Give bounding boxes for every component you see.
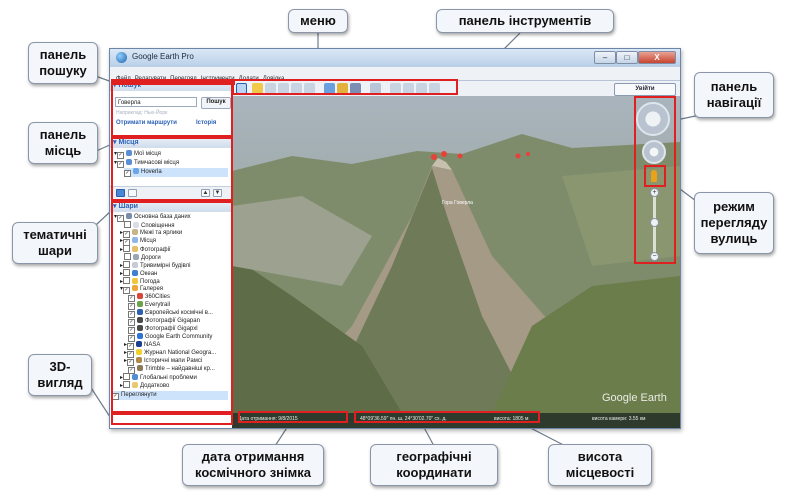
callout-street-view: режим перегляду вулиць bbox=[694, 192, 774, 254]
map-view-3d[interactable]: Гора Говерла Google Earth bbox=[232, 96, 680, 413]
callout-search-panel: панель пошуку bbox=[28, 42, 98, 84]
callout-coordinates: географічні координати bbox=[370, 444, 498, 486]
eye-altitude-text: висота камери: 3.55 км bbox=[592, 416, 646, 422]
maximize-button[interactable]: □ bbox=[616, 51, 638, 64]
callout-places-panel: панель місць bbox=[28, 122, 98, 164]
imagery-date-highlight bbox=[238, 411, 348, 423]
street-view-highlight bbox=[644, 165, 666, 187]
view3d-highlight bbox=[111, 413, 233, 425]
callout-toolbar: панель інструментів bbox=[436, 9, 614, 33]
window-title: Google Earth Pro bbox=[132, 52, 194, 61]
search-panel-highlight bbox=[111, 81, 233, 137]
coords-elevation-highlight bbox=[354, 411, 540, 423]
callout-imagery-date: дата отримання космічного знімка bbox=[182, 444, 324, 486]
layers-panel-highlight bbox=[111, 201, 233, 413]
places-panel-highlight bbox=[111, 137, 233, 201]
minimize-button[interactable]: – bbox=[594, 51, 616, 64]
peak-label[interactable]: Гора Говерла bbox=[442, 200, 473, 206]
close-button[interactable]: X bbox=[638, 51, 676, 64]
google-earth-watermark: Google Earth bbox=[602, 392, 667, 404]
callout-nav-panel: панель навігації bbox=[694, 72, 774, 118]
callout-menu: меню bbox=[288, 9, 348, 33]
google-earth-app-icon bbox=[116, 52, 127, 63]
callout-elevation: висота місцевості bbox=[548, 444, 652, 486]
mountain-terrain-image bbox=[232, 96, 680, 413]
callout-3d-view: 3D- вигляд bbox=[28, 354, 92, 396]
callout-layers-panel: тематичні шари bbox=[12, 222, 98, 264]
toolbar-highlight bbox=[232, 79, 458, 95]
title-bar: Google Earth Pro – □ X bbox=[110, 49, 680, 67]
login-button[interactable]: Увійти bbox=[614, 83, 676, 96]
